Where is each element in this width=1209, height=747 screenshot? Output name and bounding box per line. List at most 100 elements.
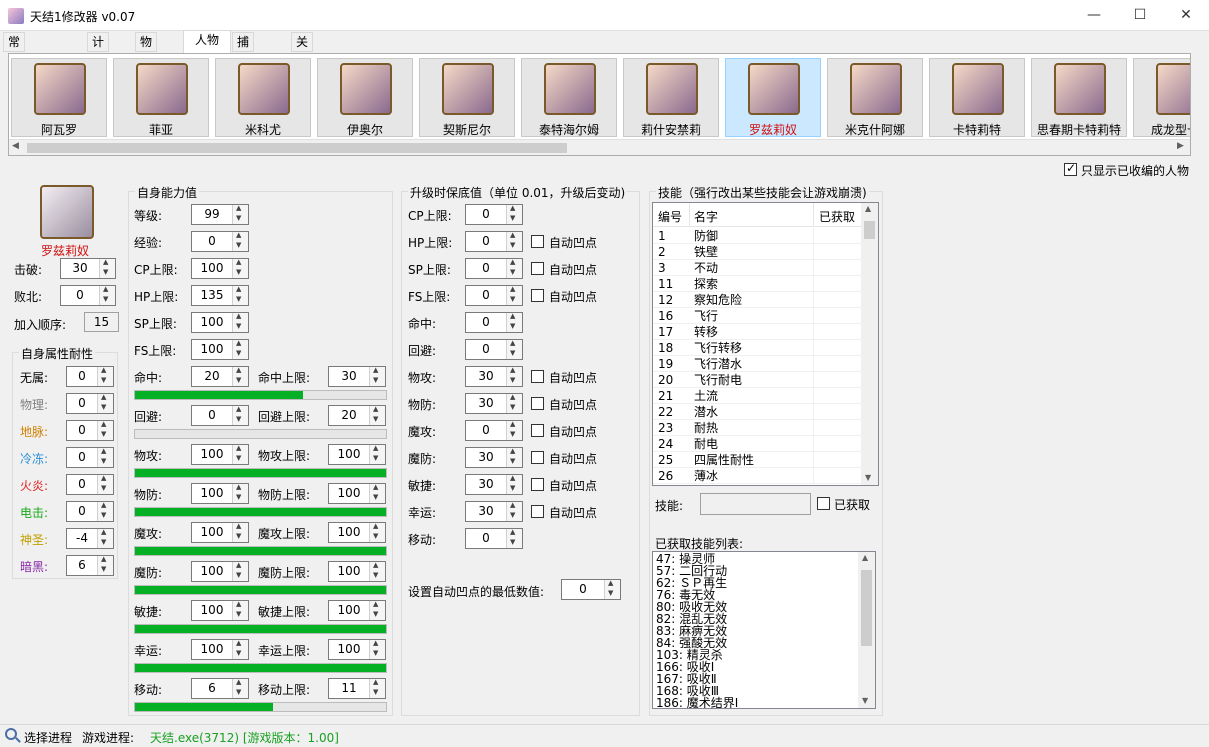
levelup-stepper[interactable]: 0: [465, 204, 523, 225]
scroll-up-icon[interactable]: ▲: [862, 553, 868, 562]
lose-count-stepper[interactable]: 0: [60, 285, 116, 306]
spin-arrows-icon[interactable]: [506, 420, 522, 440]
spin-arrows-icon[interactable]: [232, 444, 248, 464]
character-card[interactable]: 契斯尼尔: [419, 58, 515, 137]
spin-arrows-icon[interactable]: [97, 420, 113, 440]
resist-stepper[interactable]: -4: [66, 528, 114, 549]
spin-arrows-icon[interactable]: [506, 258, 522, 278]
auto-point-checkbox[interactable]: [531, 478, 544, 491]
col-id-header[interactable]: 编号: [658, 208, 682, 225]
auto-point-label[interactable]: 自动凹点: [549, 369, 597, 386]
levelup-stepper[interactable]: 0: [465, 285, 523, 306]
table-row[interactable]: 12 察知危险: [653, 292, 862, 308]
resist-stepper[interactable]: 0: [66, 366, 114, 387]
spin-arrows-icon[interactable]: [97, 393, 113, 413]
spin-arrows-icon[interactable]: [97, 474, 113, 494]
stat-max-stepper[interactable]: 100: [328, 444, 386, 465]
stat-stepper[interactable]: 135: [191, 285, 249, 306]
stat-stepper[interactable]: 100: [191, 312, 249, 333]
table-row[interactable]: 25 四属性耐性: [653, 452, 862, 468]
tab-calculator[interactable]: 计算器: [87, 32, 110, 87]
table-row[interactable]: 26 薄冰: [653, 468, 862, 484]
table-row[interactable]: 19 飞行潜水: [653, 356, 862, 372]
character-card[interactable]: 成龙型卡特: [1133, 58, 1190, 137]
spin-arrows-icon[interactable]: [232, 366, 248, 386]
levelup-stepper[interactable]: 0: [465, 312, 523, 333]
auto-point-label[interactable]: 自动凹点: [549, 261, 597, 278]
scroll-up-icon[interactable]: ▲: [865, 204, 871, 213]
tab-common-data[interactable]: 常用数据修改: [3, 32, 26, 144]
col-name-header[interactable]: 名字: [694, 208, 718, 225]
auto-point-label[interactable]: 自动凹点: [549, 234, 597, 251]
spin-arrows-icon[interactable]: [506, 366, 522, 386]
auto-point-label[interactable]: 自动凹点: [549, 288, 597, 305]
stat-max-stepper[interactable]: 30: [328, 366, 386, 387]
acquired-list-scrollbar[interactable]: ▲ ▼: [858, 552, 875, 708]
scroll-down-icon[interactable]: ▼: [865, 473, 871, 482]
levelup-stepper[interactable]: 0: [465, 420, 523, 441]
spin-arrows-icon[interactable]: [506, 501, 522, 521]
character-card-selected[interactable]: 罗兹莉奴: [725, 58, 821, 137]
defeat-count-stepper[interactable]: 30: [60, 258, 116, 279]
spin-arrows-icon[interactable]: [506, 339, 522, 359]
list-item[interactable]: 186: 魔术结界Ⅰ: [656, 697, 738, 708]
levelup-stepper[interactable]: 0: [465, 231, 523, 252]
stat-stepper[interactable]: 100: [191, 444, 249, 465]
auto-point-label[interactable]: 自动凹点: [549, 477, 597, 494]
select-process-button[interactable]: 选择进程: [24, 729, 72, 746]
stat-stepper[interactable]: 6: [191, 678, 249, 699]
table-row[interactable]: 23 耐热: [653, 420, 862, 436]
spin-arrows-icon[interactable]: [232, 312, 248, 332]
character-card[interactable]: 莉什安禁莉: [623, 58, 719, 137]
stat-stepper[interactable]: 99: [191, 204, 249, 225]
tab-items[interactable]: 物品: [135, 32, 158, 68]
levelup-stepper[interactable]: 0: [465, 528, 523, 549]
spin-arrows-icon[interactable]: [369, 405, 385, 425]
resist-stepper[interactable]: 0: [66, 447, 114, 468]
stat-stepper[interactable]: 0: [191, 405, 249, 426]
table-row[interactable]: 2 铁壁: [653, 244, 862, 260]
skill-input[interactable]: [700, 493, 811, 515]
spin-arrows-icon[interactable]: [232, 285, 248, 305]
maximize-button[interactable]: ☐: [1117, 0, 1163, 31]
spin-arrows-icon[interactable]: [232, 231, 248, 251]
spin-arrows-icon[interactable]: [506, 393, 522, 413]
auto-point-label[interactable]: 自动凹点: [549, 504, 597, 521]
skills-table[interactable]: 编号 名字 已获取 1 防御 2 铁壁 3 不动 11 探索 12 察知危险 16 飞行 17 转移 18 飞…: [652, 202, 879, 486]
spin-arrows-icon[interactable]: [604, 579, 620, 599]
spin-arrows-icon[interactable]: [369, 444, 385, 464]
spin-arrows-icon[interactable]: [369, 678, 385, 698]
levelup-stepper[interactable]: 0: [465, 339, 523, 360]
resist-stepper[interactable]: 0: [66, 501, 114, 522]
levelup-stepper[interactable]: 30: [465, 474, 523, 495]
levelup-stepper[interactable]: 0: [465, 258, 523, 279]
table-row[interactable]: 3 不动: [653, 260, 862, 276]
minimize-button[interactable]: —: [1071, 0, 1117, 31]
stat-stepper[interactable]: 100: [191, 483, 249, 504]
stat-stepper[interactable]: 100: [191, 522, 249, 543]
stat-max-stepper[interactable]: 100: [328, 639, 386, 660]
auto-point-checkbox[interactable]: [531, 235, 544, 248]
stat-max-stepper[interactable]: 100: [328, 483, 386, 504]
auto-point-checkbox[interactable]: [531, 451, 544, 464]
stat-max-stepper[interactable]: 11: [328, 678, 386, 699]
spin-arrows-icon[interactable]: [232, 339, 248, 359]
table-row[interactable]: 16 飞行: [653, 308, 862, 324]
scrollbar-thumb[interactable]: [861, 570, 872, 646]
spin-arrows-icon[interactable]: [506, 528, 522, 548]
auto-point-checkbox[interactable]: [531, 289, 544, 302]
spin-arrows-icon[interactable]: [369, 561, 385, 581]
auto-point-label[interactable]: 自动凹点: [549, 396, 597, 413]
spin-arrows-icon[interactable]: [97, 501, 113, 521]
levelup-stepper[interactable]: 30: [465, 501, 523, 522]
only-enlisted-checkbox[interactable]: [1064, 161, 1077, 176]
scroll-left-icon[interactable]: ◀: [12, 141, 19, 151]
character-card[interactable]: 思春期卡特莉特: [1031, 58, 1127, 137]
stat-stepper[interactable]: 100: [191, 339, 249, 360]
stat-stepper[interactable]: 100: [191, 561, 249, 582]
spin-arrows-icon[interactable]: [97, 528, 113, 548]
resist-stepper[interactable]: 0: [66, 420, 114, 441]
stat-stepper[interactable]: 0: [191, 231, 249, 252]
spin-arrows-icon[interactable]: [369, 366, 385, 386]
col-acquired-header[interactable]: 已获取: [819, 208, 855, 225]
